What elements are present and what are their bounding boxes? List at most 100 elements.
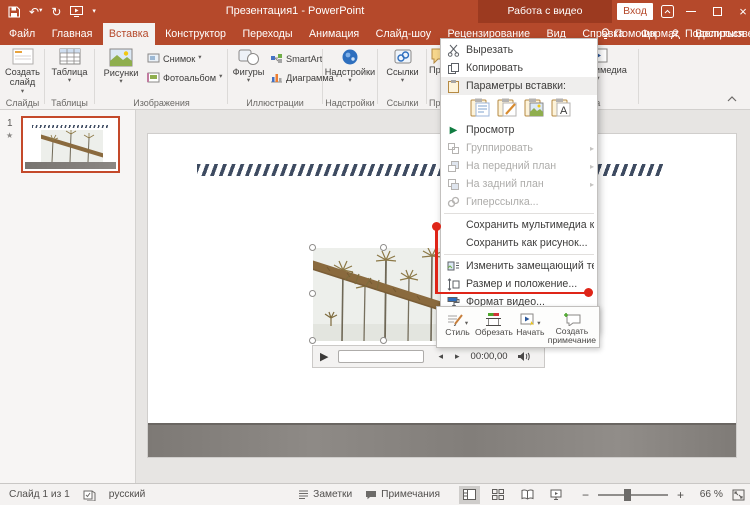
zoom-out-button[interactable]: −	[582, 488, 589, 502]
paste-merge-button[interactable]	[497, 98, 518, 117]
ribbon-group-images: Рисунки ▾ Снимок ▾ Фотоальбом ▾ Изображе…	[96, 45, 227, 110]
zoom-level[interactable]: 66 %	[693, 489, 723, 500]
menu-separator	[444, 213, 594, 214]
crop-label: Обрезать	[475, 328, 513, 337]
group-label-illustrations: Иллюстрации	[229, 98, 321, 108]
menu-item-save-media-as[interactable]: Сохранить мультимедиа как...	[441, 216, 597, 234]
menu-item-send-to-back: На задний план ▸	[441, 175, 597, 193]
tab-design[interactable]: Конструктор	[159, 23, 232, 45]
notes-label: Заметки	[313, 489, 352, 500]
menu-item-copy[interactable]: Копировать	[441, 59, 597, 77]
zoom-slider[interactable]	[598, 494, 668, 496]
ribbon-display-options-button[interactable]	[659, 4, 675, 19]
start-icon	[520, 312, 536, 327]
menu-separator	[444, 254, 594, 255]
paste-keep-source-button[interactable]	[470, 98, 491, 117]
chevron-up-icon	[727, 96, 737, 102]
resize-handle-left[interactable]	[309, 290, 316, 297]
addins-button[interactable]: Надстройки ▾	[324, 48, 376, 85]
scissors-icon	[447, 44, 460, 57]
table-button[interactable]: Таблица ▾	[46, 48, 93, 85]
resize-handle-bottom-left[interactable]	[309, 337, 316, 344]
photo-album-icon	[147, 72, 160, 83]
maximize-button[interactable]	[705, 0, 729, 23]
notes-toggle[interactable]: Заметки	[298, 489, 352, 500]
new-slide-icon	[12, 48, 34, 66]
collapse-ribbon-button[interactable]	[724, 93, 740, 105]
ribbon-group-links: Ссылки ▾ Ссылки	[379, 45, 426, 110]
resize-handle-bottom-center[interactable]	[380, 337, 387, 344]
ribbon-group-addins: Надстройки ▾ Надстройки	[324, 45, 376, 110]
tab-insert[interactable]: Вставка	[103, 23, 155, 45]
tab-file[interactable]: Файл	[3, 23, 41, 45]
resize-handle-top-left[interactable]	[309, 244, 316, 251]
play-pause-button[interactable]: ▶	[320, 350, 328, 363]
tab-animations[interactable]: Анимация	[303, 23, 365, 45]
fit-to-window-button[interactable]	[732, 489, 745, 501]
view-slideshow-button[interactable]	[546, 486, 567, 504]
minimize-icon	[686, 11, 696, 12]
ribbon-group-illustrations: Фигуры ▾ SmartArt Диаграмма Иллюстрации	[229, 45, 321, 110]
menu-item-edit-alt-text[interactable]: Изменить замещающий текст...	[441, 257, 597, 275]
video-progress-bar[interactable]	[338, 350, 424, 363]
ribbon: Создать слайд ▾ Слайды Таблица ▾ Таблицы…	[0, 45, 750, 110]
view-normal-button[interactable]	[459, 486, 480, 504]
paste-text-only-button[interactable]: A	[551, 98, 572, 117]
new-slide-button[interactable]: Создать слайд ▾	[2, 48, 43, 95]
close-button[interactable]: ×	[731, 0, 750, 23]
sign-in-button[interactable]: Вход	[617, 3, 653, 20]
menu-item-cut[interactable]: Вырезать	[441, 41, 597, 59]
mute-unmute-button[interactable]	[517, 351, 530, 362]
slide-bottom-bar-shape[interactable]	[148, 423, 736, 457]
svg-text:A: A	[560, 105, 568, 117]
create-comment-button[interactable]: Создать примечание	[548, 309, 596, 345]
links-label: Ссылки	[386, 67, 418, 77]
links-button[interactable]: Ссылки ▾	[379, 48, 426, 85]
minimize-button[interactable]	[679, 0, 703, 23]
video-object[interactable]	[313, 248, 455, 341]
pictures-button[interactable]: Рисунки ▾	[98, 48, 144, 86]
shapes-label: Фигуры	[233, 67, 265, 77]
dropdown-icon: ▾	[401, 78, 404, 85]
pictures-icon	[109, 48, 133, 67]
menu-item-size-and-position[interactable]: Размер и положение...	[441, 275, 597, 293]
annotation-dot-end	[584, 288, 593, 297]
slide-indicator: Слайд 1 из 1	[9, 489, 70, 500]
submenu-arrow-icon: ▸	[588, 144, 594, 153]
zoom-slider-thumb[interactable]	[624, 489, 631, 501]
dropdown-icon: ▾	[68, 78, 71, 85]
tab-slideshow[interactable]: Слайд-шоу	[370, 23, 437, 45]
screenshot-button[interactable]: Снимок ▾	[147, 53, 202, 64]
share-button[interactable]: Поделиться	[670, 28, 744, 40]
paste-picture-button[interactable]	[524, 98, 545, 117]
spellcheck-button[interactable]	[83, 489, 96, 501]
style-button[interactable]: ▾ Стиль	[440, 309, 475, 345]
slide-thumbnail[interactable]	[21, 116, 120, 173]
language-indicator[interactable]: русский	[109, 489, 146, 500]
resize-handle-top-center[interactable]	[380, 244, 387, 251]
assistant-tab[interactable]: Помощн	[601, 28, 656, 41]
create-comment-label: Создать примечание	[548, 327, 596, 345]
view-slide-sorter-button[interactable]	[488, 486, 509, 504]
smartart-button[interactable]: SmartArt	[270, 53, 322, 64]
comments-toggle[interactable]: Примечания	[365, 489, 440, 500]
photo-album-button[interactable]: Фотоальбом ▾	[147, 72, 222, 83]
move-forward-button[interactable]: ▸	[455, 351, 460, 362]
tab-home[interactable]: Главная	[46, 23, 99, 45]
submenu-arrow-icon: ▸	[588, 162, 594, 171]
start-button[interactable]: ▾ Начать	[513, 309, 548, 345]
shapes-button[interactable]: Фигуры ▾	[230, 48, 267, 85]
tab-transitions[interactable]: Переходы	[236, 23, 298, 45]
menu-item-save-as-picture[interactable]: Сохранить как рисунок...	[441, 234, 597, 252]
menu-item-hyperlink: Гиперссылка...	[441, 193, 597, 211]
crop-button[interactable]: Обрезать	[475, 309, 513, 345]
maximize-icon	[713, 7, 722, 16]
dropdown-icon: ▾	[219, 74, 222, 81]
move-back-button[interactable]: ◂	[438, 351, 443, 362]
ribbon-display-options-icon	[661, 5, 674, 18]
view-reading-button[interactable]	[517, 486, 538, 504]
menu-item-preview[interactable]: ▶ Просмотр	[441, 121, 597, 139]
style-icon	[447, 312, 464, 327]
zoom-in-button[interactable]: +	[677, 488, 684, 502]
annotation-line-vertical	[435, 227, 438, 294]
